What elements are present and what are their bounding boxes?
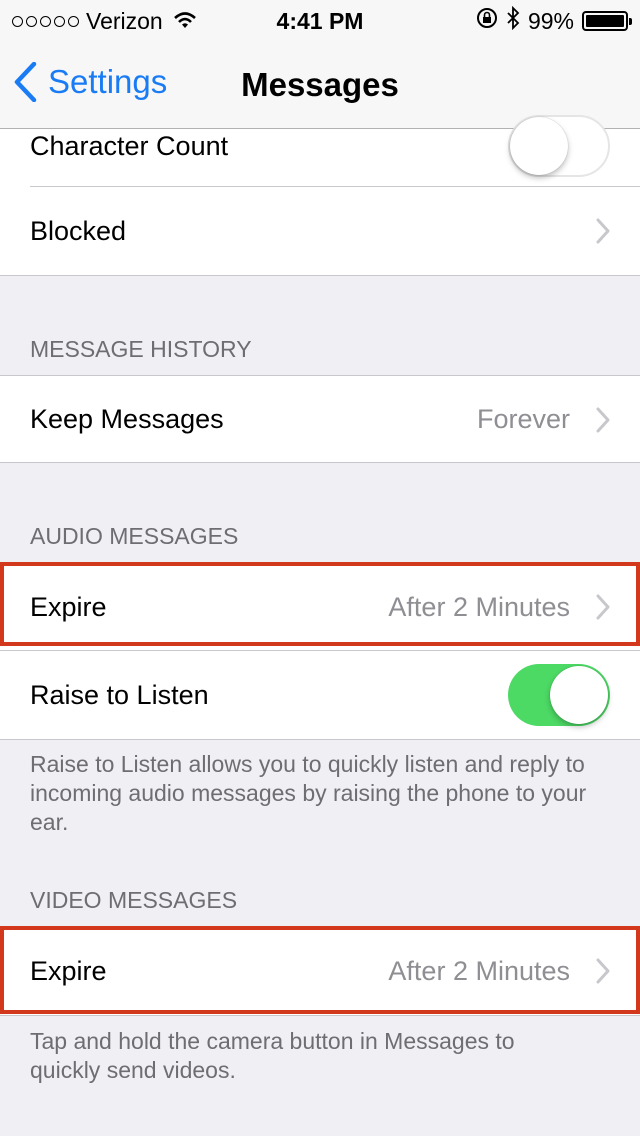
audio-expire-label: Expire [30,591,107,622]
audio-expire-value: After 2 Minutes [388,591,570,622]
battery-icon [582,11,632,31]
video-messages-group: Expire After 2 Minutes [0,927,640,1015]
chevron-right-icon [596,958,610,984]
raise-to-listen-toggle[interactable] [508,664,610,726]
blocked-label: Blocked [30,215,127,246]
raise-to-listen-row: Raise to Listen [0,651,640,739]
chevron-right-icon [596,594,610,620]
message-history-group: Keep Messages Forever [0,376,640,462]
video-expire-row[interactable]: Expire After 2 Minutes [0,927,640,1015]
video-expire-value: After 2 Minutes [388,955,570,986]
page-title: Messages [241,66,399,103]
battery-percent: 99% [527,7,574,34]
audio-messages-header: AUDIO MESSAGES [30,523,239,549]
video-expire-label: Expire [30,955,107,986]
character-count-toggle[interactable] [508,115,610,177]
video-messages-header: VIDEO MESSAGES [30,887,238,913]
keep-messages-row[interactable]: Keep Messages Forever [0,376,640,462]
audio-messages-footer: Raise to Listen allows you to quickly li… [30,751,587,835]
rotation-lock-icon [476,7,498,35]
chevron-right-icon [596,218,610,244]
raise-to-listen-label: Raise to Listen [30,679,209,710]
character-count-row: Character Count [0,115,640,187]
keep-messages-label: Keep Messages [30,403,224,434]
audio-expire-row[interactable]: Expire After 2 Minutes [0,563,640,651]
status-bar: Verizon 4:41 PM 99% [0,0,640,40]
general-settings-group: Character Count Blocked [0,115,640,275]
chevron-right-icon [596,407,610,433]
character-count-label: Character Count [30,131,229,161]
toggle-knob [550,666,608,724]
status-right: 99% [476,5,632,36]
keep-messages-value: Forever [476,403,570,434]
message-history-header: MESSAGE HISTORY [30,336,252,362]
video-messages-footer: Tap and hold the camera button in Messag… [30,1028,515,1083]
bluetooth-icon [506,5,520,36]
toggle-knob [510,117,568,175]
audio-messages-group: Expire After 2 Minutes Raise to Listen [0,563,640,739]
blocked-row[interactable]: Blocked [0,187,640,275]
